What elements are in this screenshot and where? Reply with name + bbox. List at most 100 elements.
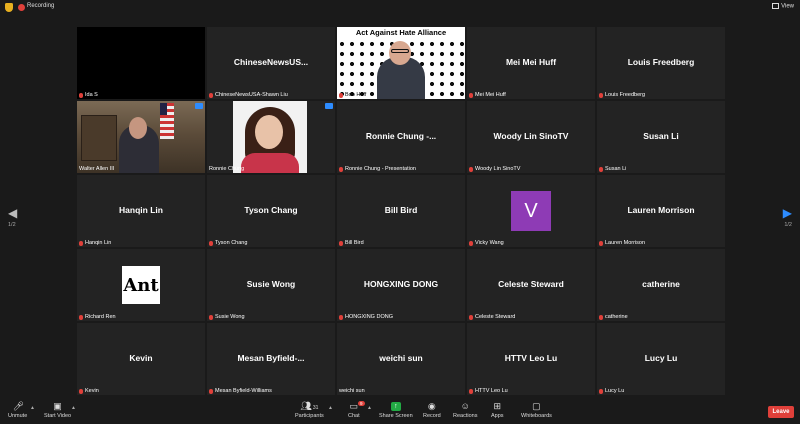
participant-tile[interactable]: Louis Freedberg Louis Freedberg <box>597 27 725 99</box>
participant-name: Susan Li <box>643 131 679 141</box>
start-video-button[interactable]: ▣ Start Video <box>44 401 72 420</box>
record-icon: ◉ <box>427 401 436 411</box>
participant-tile[interactable]: Tyson Chang Tyson Chang <box>207 175 335 247</box>
participant-tile[interactable]: catherine catherine <box>597 249 725 321</box>
participant-tile[interactable]: Susan Li Susan Li <box>597 101 725 173</box>
participant-tile[interactable]: Lucy Lu Lucy Lu <box>597 323 725 395</box>
participant-video-head <box>255 115 283 149</box>
participant-video-head <box>389 41 411 65</box>
muted-mic-icon <box>339 314 343 320</box>
muted-mic-icon <box>599 240 603 246</box>
video-off-icon: ▣ <box>53 401 62 411</box>
unmute-button[interactable]: 🎤︎ Unmute <box>8 401 28 420</box>
chat-label: Chat <box>348 413 360 419</box>
muted-mic-icon <box>209 92 213 98</box>
muted-mic-icon <box>599 166 603 172</box>
participant-name: Celeste Steward <box>498 279 564 289</box>
chat-caret-icon[interactable]: ▲ <box>367 405 372 411</box>
recording-icon <box>18 4 25 11</box>
record-button[interactable]: ◉ Record <box>423 401 441 420</box>
participant-tile[interactable]: HONGXING DONG HONGXING DONG <box>337 249 465 321</box>
more-options-icon[interactable] <box>325 103 333 109</box>
participant-label: Susan Li <box>605 166 627 172</box>
participant-label: Bill Bird <box>345 240 364 246</box>
chat-button[interactable]: ▭ 9 Chat <box>348 401 365 419</box>
muted-mic-icon <box>79 92 83 98</box>
participant-name: Lauren Morrison <box>627 205 695 215</box>
more-options-icon[interactable] <box>195 103 203 109</box>
share-screen-button[interactable]: ↑ Share Screen <box>379 402 413 419</box>
participant-name: catherine <box>642 279 680 289</box>
participants-icon: 👥︎31 <box>300 401 319 412</box>
participant-label: Walter Allen III <box>79 166 115 172</box>
participant-tile[interactable]: Susie Wong Susie Wong <box>207 249 335 321</box>
apps-button[interactable]: ⊞ Apps <box>491 402 504 420</box>
participant-tile[interactable]: Mei Mei Huff Mei Mei Huff <box>467 27 595 99</box>
profile-picture: Ant <box>122 266 160 304</box>
participant-label: Ida S <box>85 92 98 98</box>
record-label: Record <box>423 413 441 419</box>
reactions-button[interactable]: ☺ Reactions <box>453 402 478 420</box>
participant-tile[interactable]: Mesan Byfield-... Mesan Byfield-Williams <box>207 323 335 395</box>
participant-tile-active-speaker[interactable]: Walter Allen III <box>77 101 205 173</box>
bookshelf-background <box>81 115 117 161</box>
participant-label: Lucy Lu <box>605 388 625 394</box>
page-indicator-left: 1/2 <box>8 222 16 228</box>
participant-tile[interactable]: ChineseNewsUS... ChineseNewsUSA-Shawn Li… <box>207 27 335 99</box>
next-page-arrow-icon[interactable]: ▶ <box>783 206 792 220</box>
participants-caret-icon[interactable]: ▲ <box>328 405 333 411</box>
participant-tile-video[interactable]: Ronnie Chung <box>207 101 335 173</box>
participant-tile[interactable]: Ronnie Chung -... Ronnie Chung - Present… <box>337 101 465 173</box>
participant-label: Bob Huff <box>345 92 367 98</box>
muted-mic-icon: 🎤︎ <box>12 401 25 411</box>
video-options-caret-icon[interactable]: ▲ <box>71 405 76 411</box>
apps-label: Apps <box>491 413 504 419</box>
participant-label: catherine <box>605 314 628 320</box>
participant-name: HTTV Leo Lu <box>504 353 558 363</box>
leave-button[interactable]: Leave <box>768 406 794 418</box>
participant-tile[interactable]: HTTV Leo Lu HTTV Leo Lu <box>467 323 595 395</box>
participants-button[interactable]: 👥︎31 Participants <box>295 401 324 420</box>
participant-tile[interactable]: Kevin Kevin <box>77 323 205 395</box>
muted-mic-icon <box>469 92 473 98</box>
participant-tile[interactable]: Woody Lin SinoTV Woody Lin SinoTV <box>467 101 595 173</box>
unmute-label: Unmute <box>8 413 28 419</box>
participant-tile[interactable]: Celeste Steward Celeste Steward <box>467 249 595 321</box>
top-bar: Recording View <box>0 0 800 16</box>
participant-name: Lucy Lu <box>644 353 678 363</box>
avatar: V <box>511 191 551 231</box>
start-video-label: Start Video <box>44 413 72 419</box>
participant-tile[interactable]: Hanqin Lin Hanqin Lin <box>77 175 205 247</box>
whiteboards-button[interactable]: ▢ Whiteboards <box>521 402 552 420</box>
participant-video <box>233 101 307 173</box>
participant-label: Kevin <box>85 388 99 394</box>
previous-page-arrow-icon[interactable]: ◀ <box>8 206 17 220</box>
participant-label: HTTV Leo Lu <box>475 388 508 394</box>
participant-label: HONGXING DONG <box>345 314 393 320</box>
muted-mic-icon <box>209 314 213 320</box>
participant-name: weichi sun <box>379 353 423 363</box>
participant-name: Susie Wong <box>246 279 296 289</box>
muted-mic-icon <box>339 92 343 98</box>
participant-tile[interactable]: V Vicky Wang <box>467 175 595 247</box>
participant-tile[interactable]: Lauren Morrison Lauren Morrison <box>597 175 725 247</box>
muted-mic-icon <box>599 314 603 320</box>
audio-options-caret-icon[interactable]: ▲ <box>30 405 35 411</box>
muted-mic-icon <box>469 240 473 246</box>
security-shield-icon[interactable] <box>5 3 13 12</box>
participant-tile[interactable]: Ida S <box>77 27 205 99</box>
participant-label: Hanqin Lin <box>85 240 112 246</box>
participant-name: Ronnie Chung -... <box>365 131 437 141</box>
participant-video-body <box>241 153 299 173</box>
participant-tile-video[interactable]: Act Against Hate Alliance Bob Huff <box>337 27 465 99</box>
participant-tile[interactable]: Bill Bird Bill Bird <box>337 175 465 247</box>
participant-tile[interactable]: weichi sun weichi sun <box>337 323 465 395</box>
view-button[interactable]: View <box>772 3 794 10</box>
participant-label: Vicky Wang <box>475 240 504 246</box>
participant-label: Susie Wong <box>215 314 245 320</box>
muted-mic-icon <box>79 388 83 394</box>
reactions-label: Reactions <box>453 413 478 419</box>
participant-tile[interactable]: Ant Richard Ren <box>77 249 205 321</box>
participant-label: Mesan Byfield-Williams <box>215 388 272 394</box>
participant-name: Mesan Byfield-... <box>237 353 305 363</box>
